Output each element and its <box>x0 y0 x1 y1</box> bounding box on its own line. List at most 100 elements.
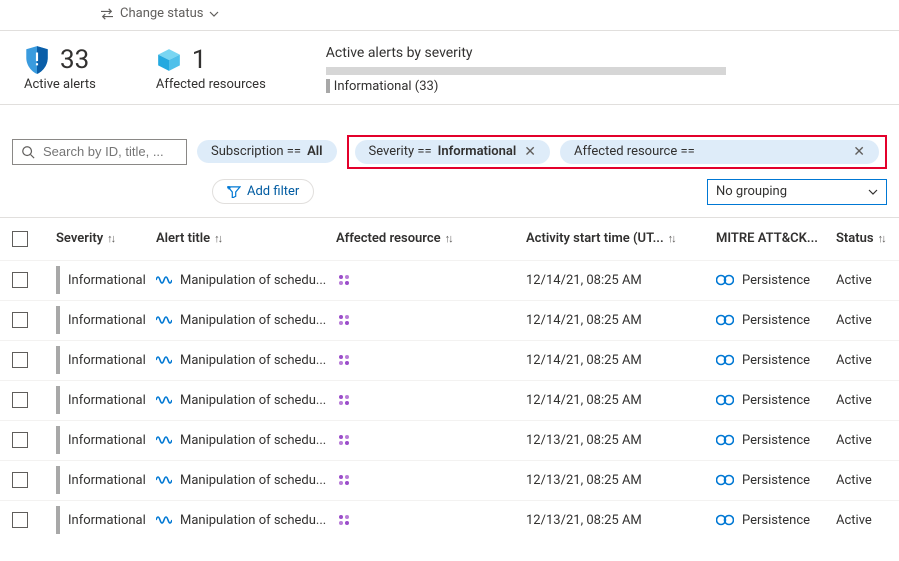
col-resource[interactable]: Affected resource↑↓ <box>336 231 526 246</box>
search-field[interactable] <box>41 143 178 160</box>
table-row[interactable]: InformationalManipulation of schedu... 12… <box>0 500 899 540</box>
table-row[interactable]: InformationalManipulation of schedu...12… <box>0 420 899 460</box>
grouping-select[interactable]: No grouping <box>707 179 887 205</box>
status-cell: Active <box>836 273 899 288</box>
severity-cell: Informational <box>56 386 156 414</box>
mitre-cell[interactable]: Persistence <box>716 513 836 528</box>
status-cell: Active <box>836 353 899 368</box>
active-alerts-count: 33 <box>60 45 89 75</box>
chain-icon <box>716 473 734 487</box>
severity-caption: Informational (33) <box>326 79 875 94</box>
sort-icon: ↑↓ <box>107 232 114 245</box>
filter-pill-subscription[interactable]: Subscription == All <box>197 140 337 163</box>
title-cell[interactable]: Manipulation of schedu... <box>156 513 336 528</box>
search-input[interactable] <box>12 139 187 165</box>
time-cell: 12/14/21, 08:25 AM <box>526 313 716 328</box>
title-cell[interactable]: Manipulation of schedu... <box>156 433 336 448</box>
affected-resources-stat: 1 Affected resources <box>156 45 266 92</box>
time-cell: 12/14/21, 08:25 AM <box>526 393 716 408</box>
severity-indicator <box>56 346 60 374</box>
alert-wave-icon <box>156 274 172 286</box>
chain-icon <box>716 273 734 287</box>
alert-wave-icon <box>156 354 172 366</box>
mitre-cell[interactable]: Persistence <box>716 473 836 488</box>
add-filter-button[interactable]: Add filter <box>212 179 314 204</box>
row-checkbox[interactable] <box>12 472 28 488</box>
table-header: Severity↑↓ Alert title↑↓ Affected resour… <box>0 218 899 260</box>
severity-indicator <box>56 426 60 454</box>
resource-icon <box>336 514 352 526</box>
resource-cell[interactable] <box>336 354 526 366</box>
active-alerts-stat: 33 Active alerts <box>24 45 96 92</box>
resource-cell[interactable] <box>336 474 526 486</box>
row-checkbox[interactable] <box>12 432 28 448</box>
status-cell: Active <box>836 393 899 408</box>
sort-icon: ↑↓ <box>445 232 452 245</box>
table-row[interactable]: InformationalManipulation of schedu... 12… <box>0 380 899 420</box>
table-row[interactable]: InformationalManipulation of schedu...12… <box>0 300 899 340</box>
col-status[interactable]: Status↑↓ <box>836 231 899 246</box>
status-cell: Active <box>836 473 899 488</box>
row-checkbox[interactable] <box>12 392 28 408</box>
mitre-cell[interactable]: Persistence <box>716 433 836 448</box>
highlighted-filter-group: Severity == Informational ✕ Affected res… <box>347 135 887 169</box>
close-icon[interactable]: ✕ <box>524 144 536 160</box>
resource-cell[interactable] <box>336 274 526 286</box>
status-cell: Active <box>836 433 899 448</box>
title-cell[interactable]: Manipulation of schedu... <box>156 353 336 368</box>
resource-cell[interactable] <box>336 394 526 406</box>
col-time[interactable]: Activity start time (UT...↑↓ <box>526 231 716 246</box>
row-checkbox[interactable] <box>12 312 28 328</box>
mitre-cell[interactable]: Persistence <box>716 313 836 328</box>
search-icon <box>21 145 35 159</box>
severity-tick-icon <box>326 79 330 93</box>
severity-cell: Informational <box>56 266 156 294</box>
time-cell: 12/13/21, 08:25 AM <box>526 513 716 528</box>
severity-indicator <box>56 386 60 414</box>
change-status-label: Change status <box>120 6 203 21</box>
resource-cell[interactable] <box>336 314 526 326</box>
filter-pill-severity[interactable]: Severity == Informational ✕ <box>355 140 551 164</box>
resource-cell[interactable] <box>336 514 526 526</box>
resource-icon <box>336 394 352 406</box>
filter-pill-affected-resource[interactable]: Affected resource == ✕ <box>560 140 879 164</box>
col-title[interactable]: Alert title↑↓ <box>156 231 336 246</box>
row-checkbox[interactable] <box>12 512 28 528</box>
affected-resources-label: Affected resources <box>156 77 266 92</box>
change-status-button[interactable]: Change status <box>100 6 219 21</box>
alert-wave-icon <box>156 394 172 406</box>
severity-cell: Informational <box>56 466 156 494</box>
title-cell[interactable]: Manipulation of schedu... <box>156 473 336 488</box>
severity-indicator <box>56 306 60 334</box>
alert-wave-icon <box>156 314 172 326</box>
severity-indicator <box>56 266 60 294</box>
mitre-cell[interactable]: Persistence <box>716 353 836 368</box>
time-cell: 12/13/21, 08:25 AM <box>526 473 716 488</box>
summary-bar: 33 Active alerts 1 Affected resources Ac… <box>0 31 899 104</box>
mitre-cell[interactable]: Persistence <box>716 393 836 408</box>
table-row[interactable]: InformationalManipulation of schedu... 12… <box>0 460 899 500</box>
resource-cell[interactable] <box>336 434 526 446</box>
title-cell[interactable]: Manipulation of schedu... <box>156 273 336 288</box>
row-checkbox[interactable] <box>12 272 28 288</box>
chain-icon <box>716 353 734 367</box>
sort-icon: ↑↓ <box>214 232 221 245</box>
select-all-checkbox[interactable] <box>12 231 28 247</box>
col-mitre[interactable]: MITRE ATT&CK... <box>716 231 836 246</box>
col-severity[interactable]: Severity↑↓ <box>56 231 156 246</box>
table-row[interactable]: InformationalManipulation of schedu...12… <box>0 340 899 380</box>
status-cell: Active <box>836 313 899 328</box>
row-checkbox[interactable] <box>12 352 28 368</box>
severity-indicator <box>56 466 60 494</box>
filter-add-icon <box>227 186 241 198</box>
active-alerts-label: Active alerts <box>24 77 96 92</box>
title-cell[interactable]: Manipulation of schedu... <box>156 313 336 328</box>
severity-cell: Informational <box>56 506 156 534</box>
close-icon[interactable]: ✕ <box>853 144 865 160</box>
mitre-cell[interactable]: Persistence <box>716 273 836 288</box>
table-row[interactable]: InformationalManipulation of schedu...12… <box>0 260 899 300</box>
severity-summary-title: Active alerts by severity <box>326 45 875 61</box>
sort-icon: ↑↓ <box>878 232 885 245</box>
title-cell[interactable]: Manipulation of schedu... <box>156 393 336 408</box>
time-cell: 12/13/21, 08:25 AM <box>526 433 716 448</box>
